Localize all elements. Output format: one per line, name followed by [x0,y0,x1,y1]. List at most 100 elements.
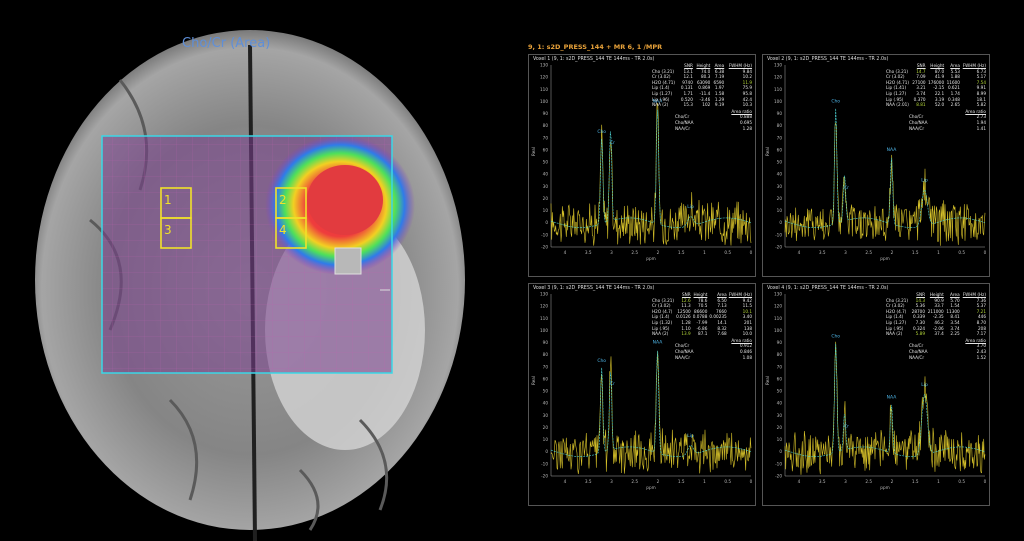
y-tick-label: 40 [777,172,783,177]
y-tick-label: 70 [777,364,783,369]
x-tick-label: 0.5 [958,479,965,484]
peak-label-lip: Lip [921,177,928,183]
y-tick-label: 60 [543,376,549,381]
y-tick-label: 110 [540,316,548,321]
y-tick-label: 0 [545,220,548,225]
y-tick-label: 80 [543,352,549,357]
y-tick-label: 40 [543,401,549,406]
peak-label-cr: Cr [610,140,615,146]
y-tick-label: 10 [777,208,783,213]
x-axis-label: ppm [880,256,889,261]
x-tick-label: 3 [844,479,847,484]
x-axis-label: ppm [880,485,889,490]
column-header: FWHM (Hz) [962,63,986,68]
x-tick-label: 0.5 [958,250,965,255]
x-tick-label: 1.5 [678,250,685,255]
peak-label-cho: Cho [597,129,606,135]
y-tick-label: 80 [777,352,783,357]
y-axis-label: Real [765,376,770,385]
series-header: 9, 1: s2D_PRESS_144 + MR 6, 1 /MPR [528,43,663,51]
x-tick-label: 4 [564,250,567,255]
y-tick-label: 120 [540,304,548,309]
x-tick-label: 2 [891,479,894,484]
ratio-row: NAA/Cr 1.41 [909,125,986,131]
x-tick-label: 4 [564,479,567,484]
x-tick-label: 1 [703,479,706,484]
metabolite-stats: SNR Height Area FWHM (Hz) Cho (3.21) 14.3 90.9… [885,292,987,360]
y-tick-label: 70 [543,135,549,140]
x-tick-label: 2 [657,479,660,484]
y-tick-label: 110 [540,87,548,92]
x-tick-label: 0 [984,250,987,255]
y-tick-label: 10 [777,437,783,442]
peak-label-naa: NAA [887,394,898,400]
y-tick-label: 60 [543,147,549,152]
y-tick-label: 20 [777,425,783,430]
y-axis-label: Real [765,147,770,156]
voxel-label-4: 4 [279,223,287,237]
peak-label-cho: Cho [597,358,606,364]
ratio-row: NAA/Cr 1.08 [675,354,752,360]
panel-title: Voxel 2 (9, 1: s2D_PRESS_144 TE 144ms - … [767,57,889,62]
stats-row: NAA (2) 13.9 87.1 7.68 10.0 [652,331,752,337]
x-tick-label: 3 [844,250,847,255]
y-tick-label: 10 [543,208,549,213]
x-tick-label: 2 [657,250,660,255]
y-tick-label: 30 [777,413,783,418]
x-tick-label: 3.5 [585,250,592,255]
y-tick-label: -10 [541,232,548,237]
x-tick-label: 1 [937,479,940,484]
x-tick-label: 3.5 [585,479,592,484]
x-tick-label: 4 [798,250,801,255]
column-header: Height [693,292,708,297]
spectrum-panel-4[interactable]: 130 120 110 100 90 80 70 60 50 40 30 20 10 0 -10 -20 4 3.… [762,283,990,506]
y-tick-label: 20 [777,196,783,201]
y-tick-label: 130 [774,63,782,68]
y-tick-label: 70 [543,364,549,369]
y-tick-label: 30 [543,413,549,418]
y-tick-label: 50 [543,389,549,394]
peak-label-cr: Cr [844,185,849,191]
y-tick-label: 120 [774,304,782,309]
y-tick-label: 30 [777,184,783,189]
y-tick-label: 40 [777,401,783,406]
spectrum-panel-3[interactable]: 130 120 110 100 90 80 70 60 50 40 30 20 10 0 -10 -20 4 3.… [528,283,756,506]
y-tick-label: 100 [774,328,782,333]
x-tick-label: 1 [703,250,706,255]
spectrum-line [550,351,752,475]
y-tick-label: 50 [777,160,783,165]
column-header: FWHM (Hz) [962,292,986,297]
x-tick-label: 2 [891,250,894,255]
y-tick-label: 80 [777,123,783,128]
y-tick-label: 30 [543,184,549,189]
spectrum-panel-2[interactable]: 130 120 110 100 90 80 70 60 50 40 30 20 10 0 -10 -20 4 3.… [762,54,990,277]
metabolite-stats: SNR Height Area FWHM (Hz) Cho (3.21) 12.6 78.6… [651,292,753,360]
x-tick-label: 3.5 [819,250,826,255]
y-tick-label: -10 [775,232,782,237]
x-tick-label: 1 [937,250,940,255]
y-tick-label: 110 [774,87,782,92]
peak-label-cr: Cr [610,381,615,387]
column-header: FWHM (Hz) [728,292,752,297]
stats-row: NAA (2) 15.3 102 9.19 10.3 [652,102,752,108]
y-tick-label: -10 [775,461,782,466]
metabolite-stats: SNR Height Area FWHM (Hz) Cho (3.21) 13.1 74.0… [651,63,753,131]
spectrum-panel-1[interactable]: 130 120 110 100 90 80 70 60 50 40 30 20 10 0 -10 -20 4 3.… [528,54,756,277]
y-tick-label: 50 [777,389,783,394]
y-tick-label: 90 [543,111,549,116]
x-tick-label: 0.5 [724,250,731,255]
x-axis-label: ppm [646,256,655,261]
y-tick-label: 40 [543,172,549,177]
stats-row: NAA (2.01) 8.81 52.0 2.65 5.82 [886,102,986,108]
peak-label-lip: Lip [687,204,694,210]
y-tick-label: 130 [540,63,548,68]
peak-label-naa: NAA [887,147,898,153]
mri-viewport[interactable]: 1 3 2 4 [0,0,512,541]
y-tick-label: 110 [774,316,782,321]
peak-label-cho: Cho [831,99,840,105]
y-tick-label: 100 [540,99,548,104]
column-header: Height [696,63,711,68]
y-tick-label: 50 [543,160,549,165]
y-tick-label: 80 [543,123,549,128]
peak-label-cho: Cho [831,334,840,340]
